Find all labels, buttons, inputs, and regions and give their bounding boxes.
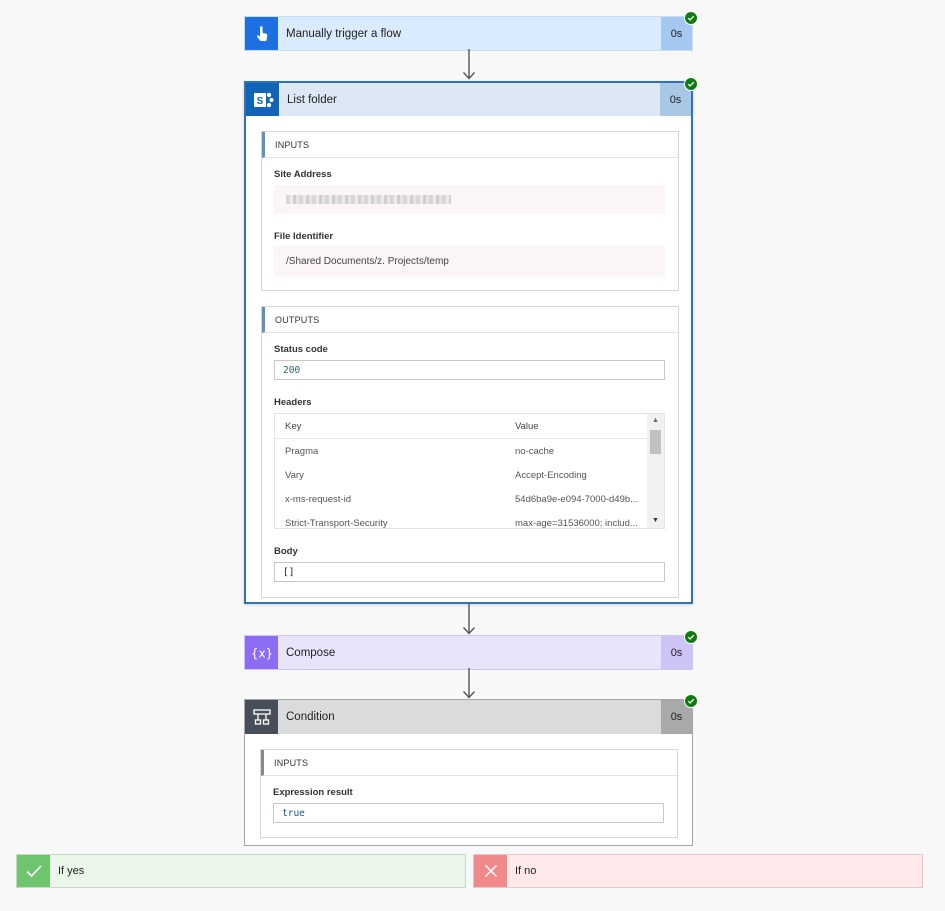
if-no-branch[interactable]: If no: [473, 854, 923, 888]
svg-text:{x}: {x}: [252, 646, 272, 660]
if-yes-label: If yes: [58, 865, 85, 877]
list-folder-step-title: List folder: [287, 93, 337, 106]
table-row: Strict-Transport-Security max-age=315360…: [275, 511, 664, 529]
status-code-label: Status code: [274, 344, 328, 355]
compose-step-card[interactable]: {x} Compose 0s: [244, 630, 698, 670]
headers-table-header: Key Value: [275, 414, 664, 439]
inputs-section-title: INPUTS: [262, 132, 678, 158]
list-folder-step-card[interactable]: S List folder 0s INPUTS Site Address Fil…: [244, 77, 698, 604]
headers-table[interactable]: Key Value Pragma no-cache Vary Accept-En…: [274, 413, 665, 529]
svg-text:S: S: [256, 96, 263, 107]
success-check-icon: [684, 694, 698, 708]
compose-step-header[interactable]: {x} Compose 0s: [245, 636, 692, 669]
if-yes-branch[interactable]: If yes: [16, 854, 466, 888]
outputs-section: OUTPUTS Status code 200 Headers Key Valu…: [261, 306, 679, 598]
success-check-icon: [684, 11, 698, 25]
check-icon: [17, 855, 50, 887]
header-key: Strict-Transport-Security: [285, 517, 388, 529]
condition-step-title: Condition: [286, 711, 335, 723]
redacted-site-address: [286, 195, 451, 204]
header-key: Vary: [285, 469, 304, 481]
hand-touch-icon: [245, 17, 278, 50]
expression-result-label: Expression result: [273, 787, 353, 798]
table-row: Vary Accept-Encoding: [275, 463, 664, 487]
headers-label: Headers: [274, 397, 312, 408]
trigger-step-card[interactable]: Manually trigger a flow 0s: [244, 11, 698, 51]
success-check-icon: [684, 77, 698, 91]
connector-arrow-icon: [462, 49, 476, 80]
table-row: Pragma no-cache: [275, 439, 664, 463]
condition-step-header[interactable]: Condition 0s: [245, 700, 692, 734]
table-row: x-ms-request-id 54d6ba9e-e094-7000-d49b.…: [275, 487, 664, 511]
outputs-section-title: OUTPUTS: [262, 307, 678, 333]
site-address-value: [274, 185, 665, 214]
condition-inputs-title: INPUTS: [261, 750, 677, 776]
status-code-value: 200: [274, 360, 665, 380]
condition-step-card[interactable]: Condition 0s INPUTS Expression result tr…: [244, 694, 698, 846]
condition-inputs-section: INPUTS Expression result true: [260, 749, 678, 838]
sharepoint-icon: S: [246, 83, 279, 116]
inputs-section: INPUTS Site Address File Identifier /Sha…: [261, 131, 679, 291]
if-no-label: If no: [515, 865, 537, 877]
connector-arrow-icon: [462, 668, 476, 699]
header-value: 54d6ba9e-e094-7000-d49b...: [515, 493, 639, 505]
trigger-step-title: Manually trigger a flow: [286, 27, 402, 40]
header-value: max-age=31536000; includ...: [515, 517, 638, 529]
file-identifier-label: File Identifier: [274, 231, 334, 242]
expression-braces-icon: {x}: [245, 636, 278, 669]
header-key: Pragma: [285, 445, 319, 457]
scroll-up-arrow-icon[interactable]: ▲: [647, 414, 664, 426]
header-value: no-cache: [515, 445, 555, 457]
compose-step-title: Compose: [286, 646, 336, 659]
scroll-down-arrow-icon[interactable]: ▼: [647, 514, 664, 526]
body-label: Body: [274, 546, 298, 557]
headers-scrollbar[interactable]: ▲ ▼: [647, 414, 664, 528]
scrollbar-thumb[interactable]: [650, 430, 661, 454]
condition-icon: [245, 700, 278, 734]
close-icon: [474, 855, 507, 887]
headers-value-column: Value: [515, 420, 539, 432]
file-identifier-value: /Shared Documents/z. Projects/temp: [274, 246, 665, 276]
body-value: []: [274, 562, 665, 582]
connector-arrow-icon: [462, 604, 476, 635]
success-check-icon: [684, 630, 698, 644]
trigger-step-header[interactable]: Manually trigger a flow 0s: [245, 17, 692, 50]
site-address-label: Site Address: [274, 169, 332, 180]
headers-key-column: Key: [285, 420, 302, 432]
header-key: x-ms-request-id: [285, 493, 351, 505]
list-folder-step-header[interactable]: S List folder 0s: [246, 83, 691, 116]
header-value: Accept-Encoding: [515, 469, 587, 481]
expression-result-value: true: [273, 803, 664, 823]
